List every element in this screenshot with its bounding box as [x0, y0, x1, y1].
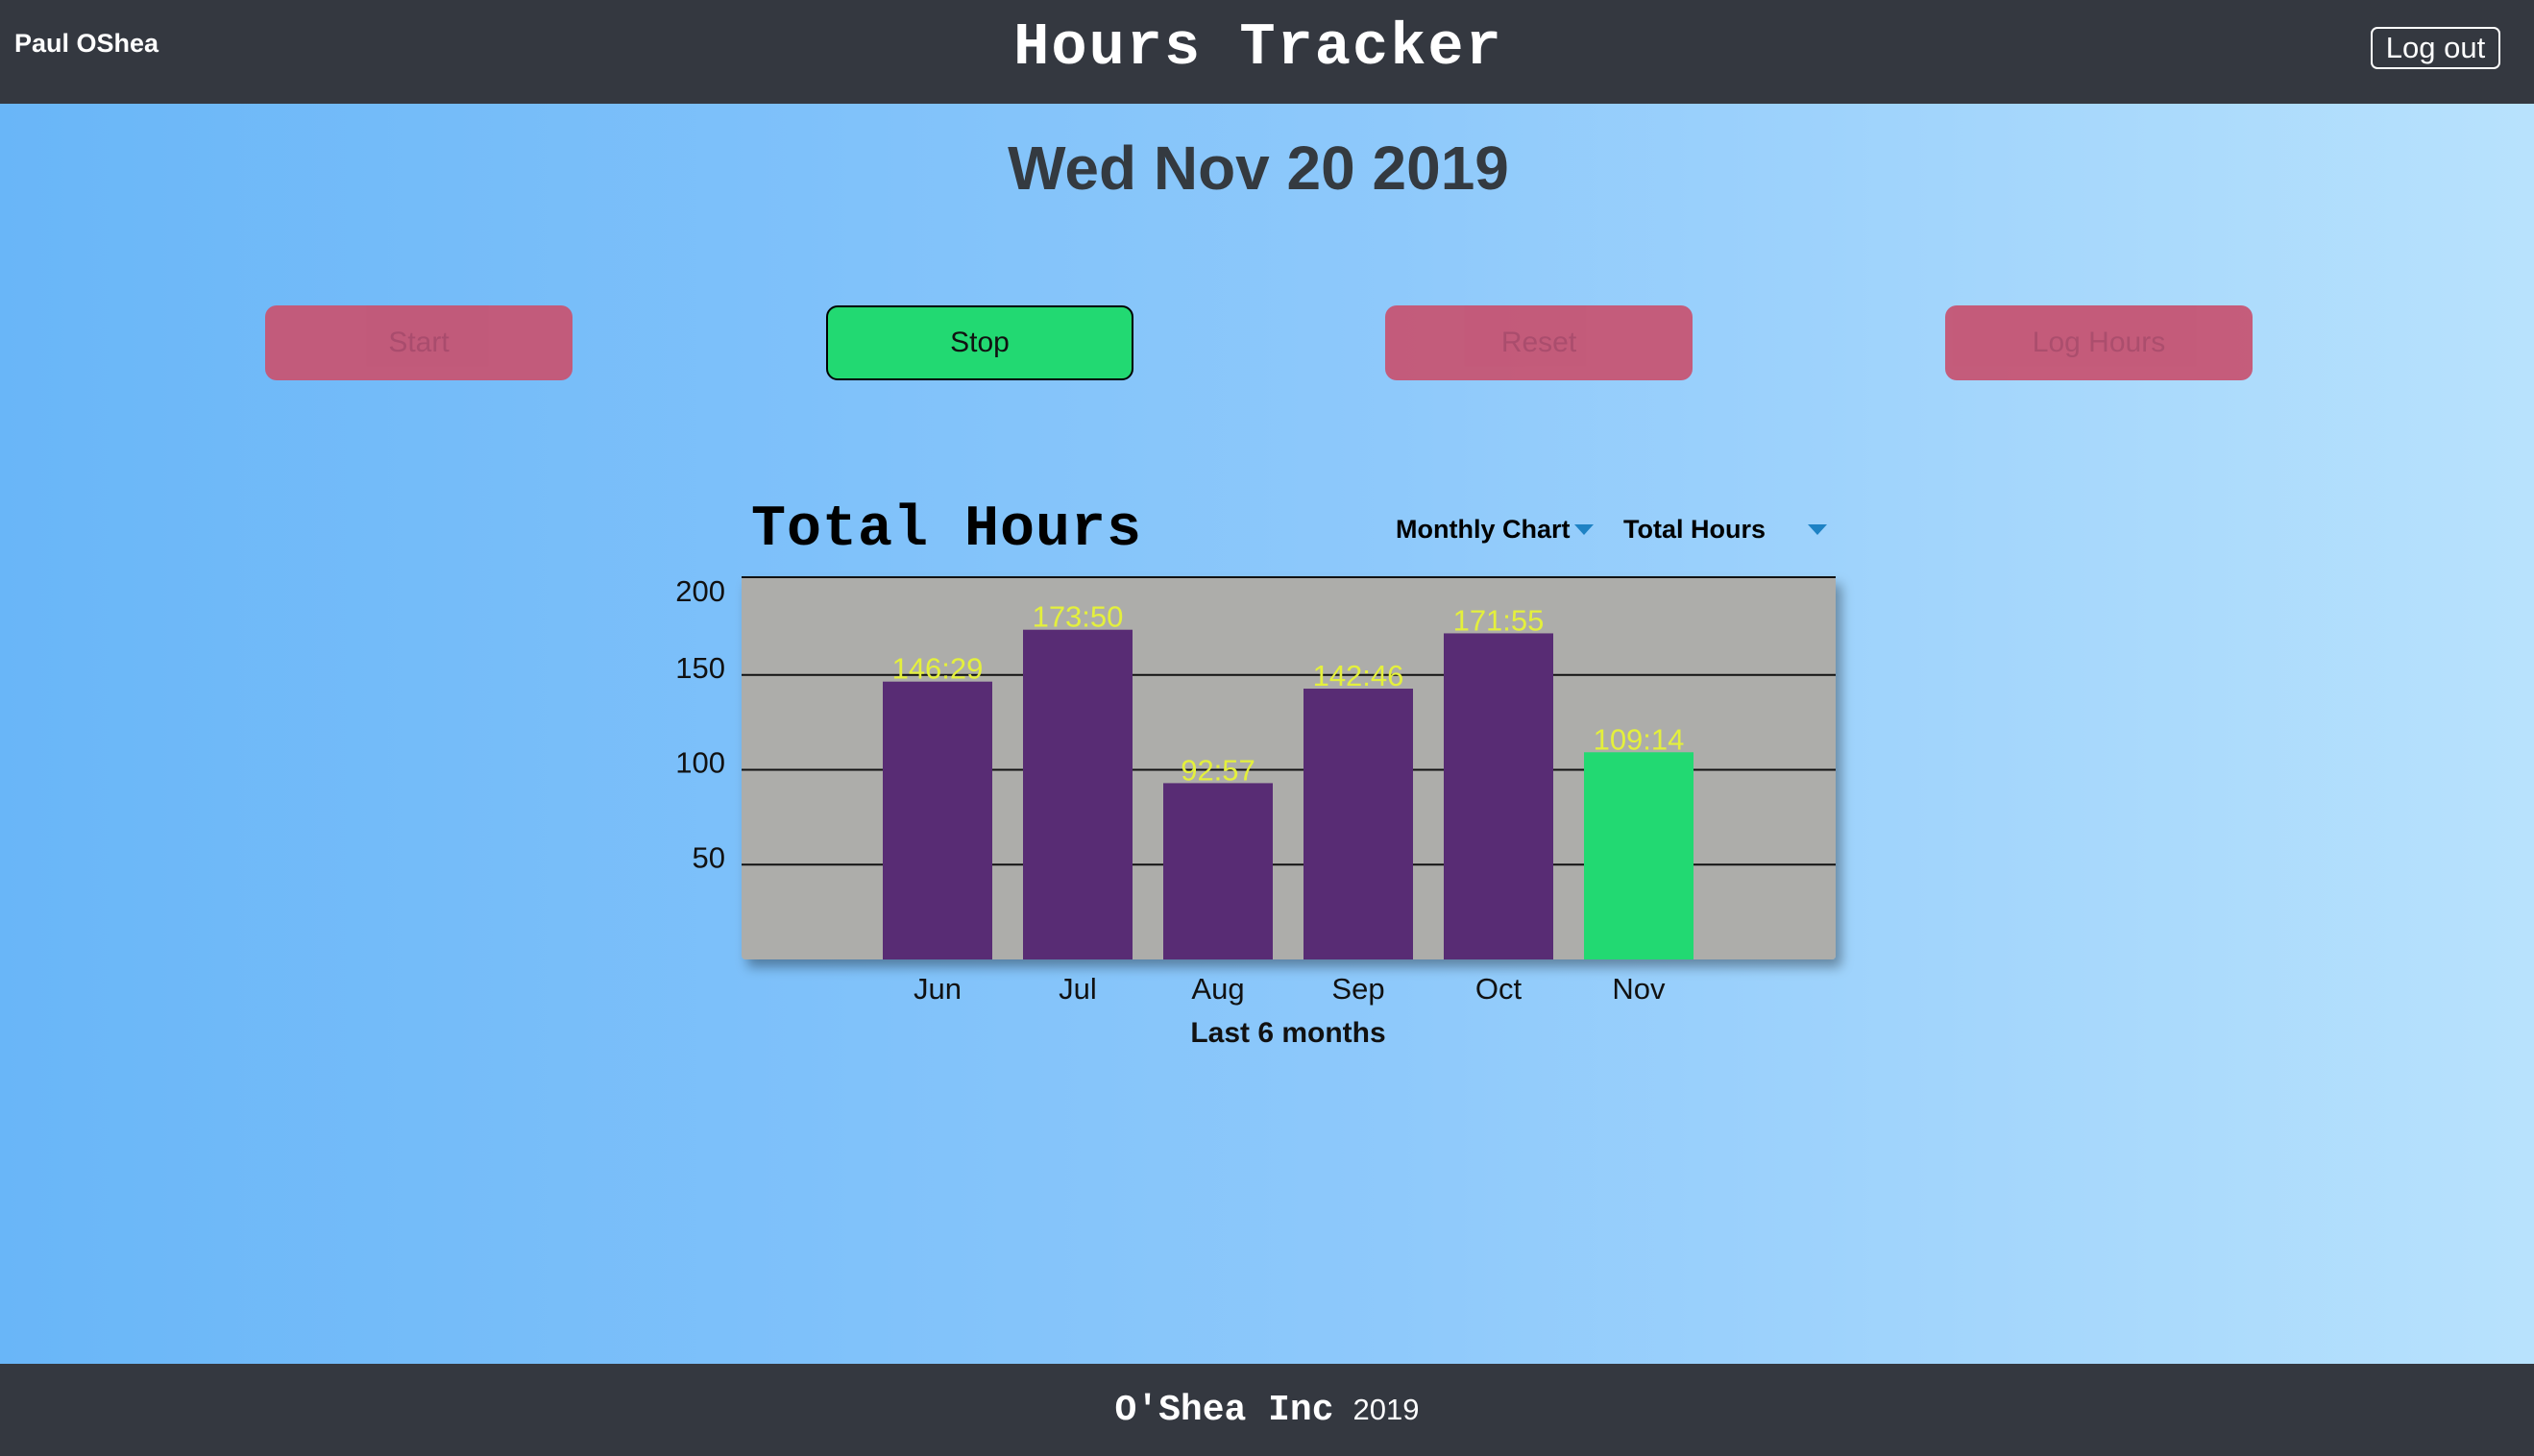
y-tick-label: 200: [675, 574, 725, 608]
data-label: 146:29: [892, 652, 984, 686]
x-axis-label: Last 6 months: [1190, 1017, 1385, 1049]
footer-company: O'Shea Inc: [1114, 1389, 1334, 1431]
data-label: 92:57: [1181, 753, 1255, 787]
bar-aug: [1163, 783, 1273, 959]
y-tick-label: 100: [675, 746, 725, 780]
bar-sep: [1304, 689, 1413, 959]
x-tick-label: Oct: [1475, 972, 1523, 1006]
data-label: 109:14: [1594, 722, 1685, 756]
bar-jul: [1023, 629, 1133, 959]
bar-jun: [883, 681, 992, 959]
footer: O'Shea Inc 2019: [0, 1364, 2534, 1456]
x-tick-label: Jul: [1059, 972, 1097, 1006]
x-tick-label: Jun: [914, 972, 962, 1006]
footer-year: 2019: [1352, 1393, 1420, 1426]
data-label: 173:50: [1033, 600, 1124, 634]
hours-chart: 50 100 150 200 Jun Jul Aug Sep Oct Nov 146:29 173…: [0, 0, 2534, 1080]
bar-nov: [1584, 752, 1693, 959]
data-label: 142:46: [1313, 659, 1404, 692]
x-tick-label: Aug: [1191, 972, 1244, 1006]
bar-oct: [1444, 633, 1553, 959]
y-tick-label: 50: [693, 840, 725, 874]
data-label: 171:55: [1453, 603, 1545, 637]
y-tick-label: 150: [675, 651, 725, 685]
x-tick-label: Nov: [1612, 972, 1666, 1006]
bar-chart-svg: 50 100 150 200 Jun Jul Aug Sep Oct Nov 146:29 173…: [675, 574, 1836, 1049]
x-tick-label: Sep: [1331, 972, 1384, 1006]
